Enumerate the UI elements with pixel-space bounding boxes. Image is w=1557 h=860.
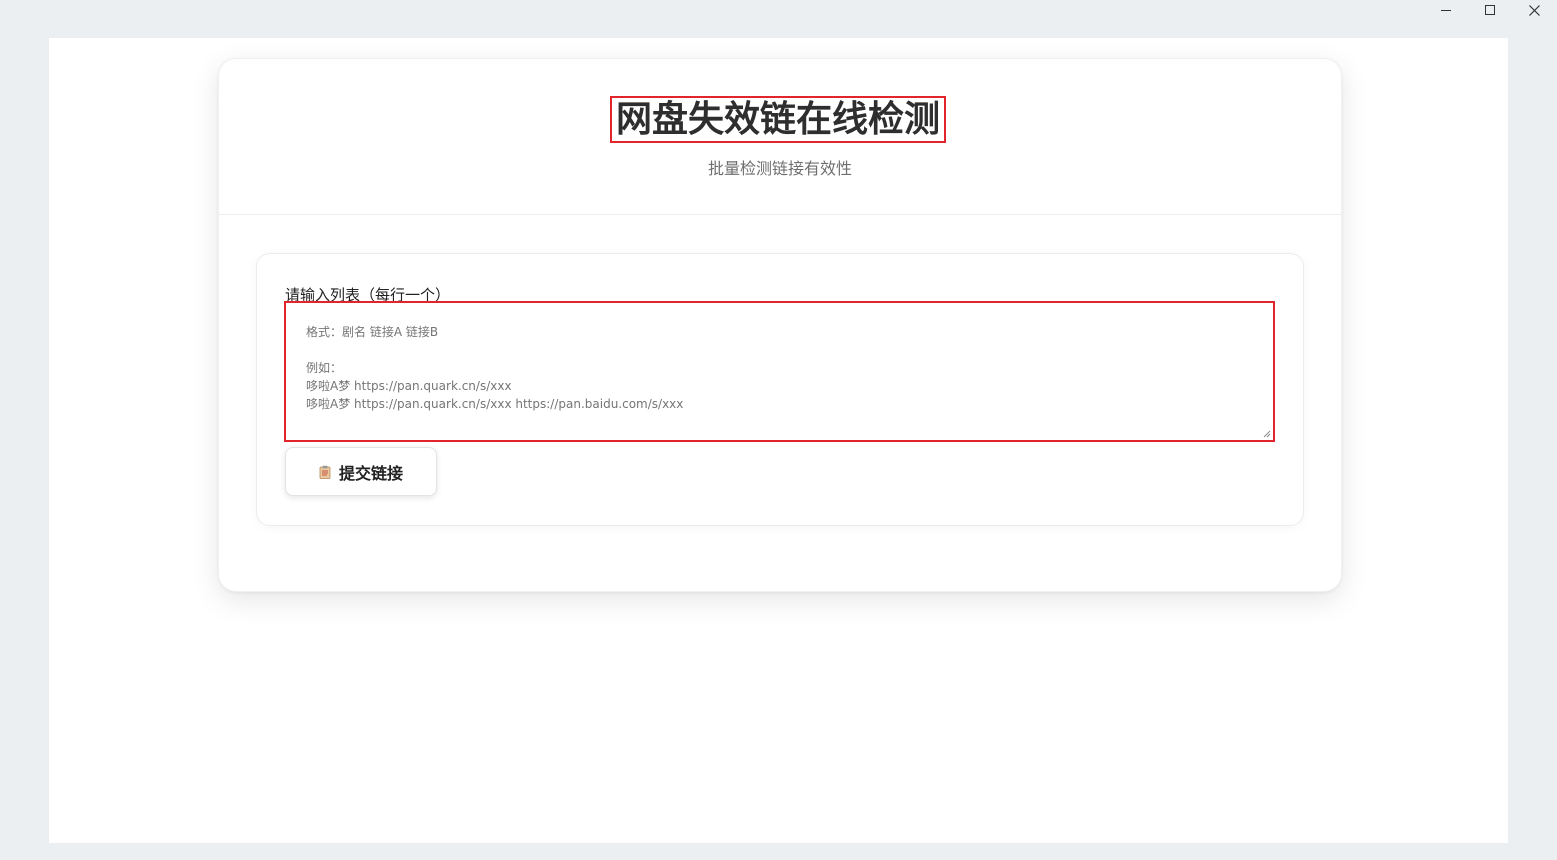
app-window: 网盘失效链在线检测 批量检测链接有效性 请输入列表（每行一个） 格式：剧名 链接… bbox=[0, 0, 1557, 860]
close-button[interactable] bbox=[1512, 0, 1556, 22]
link-list-textarea[interactable] bbox=[286, 303, 1273, 440]
page-title: 网盘失效链在线检测 bbox=[610, 96, 946, 143]
page-subtitle: 批量检测链接有效性 bbox=[707, 159, 852, 178]
card-header: 网盘失效链在线检测 批量检测链接有效性 bbox=[219, 59, 1341, 215]
submit-links-label: 提交链接 bbox=[338, 463, 403, 483]
page-viewport: 网盘失效链在线检测 批量检测链接有效性 请输入列表（每行一个） 格式：剧名 链接… bbox=[49, 38, 1508, 843]
main-card: 网盘失效链在线检测 批量检测链接有效性 请输入列表（每行一个） 格式：剧名 链接… bbox=[218, 58, 1342, 592]
submit-links-button[interactable]: 提交链接 bbox=[285, 447, 437, 496]
resize-handle-icon[interactable] bbox=[1263, 430, 1271, 438]
input-panel: 请输入列表（每行一个） 提交链 bbox=[256, 253, 1304, 526]
minimize-button[interactable] bbox=[1424, 0, 1468, 22]
list-input-wrapper bbox=[284, 301, 1275, 442]
maximize-icon bbox=[1485, 5, 1495, 15]
close-icon bbox=[1529, 5, 1540, 16]
minimize-icon bbox=[1441, 10, 1451, 11]
title-bar bbox=[0, 0, 1557, 22]
clipboard-icon bbox=[319, 465, 331, 479]
maximize-button[interactable] bbox=[1468, 0, 1512, 22]
